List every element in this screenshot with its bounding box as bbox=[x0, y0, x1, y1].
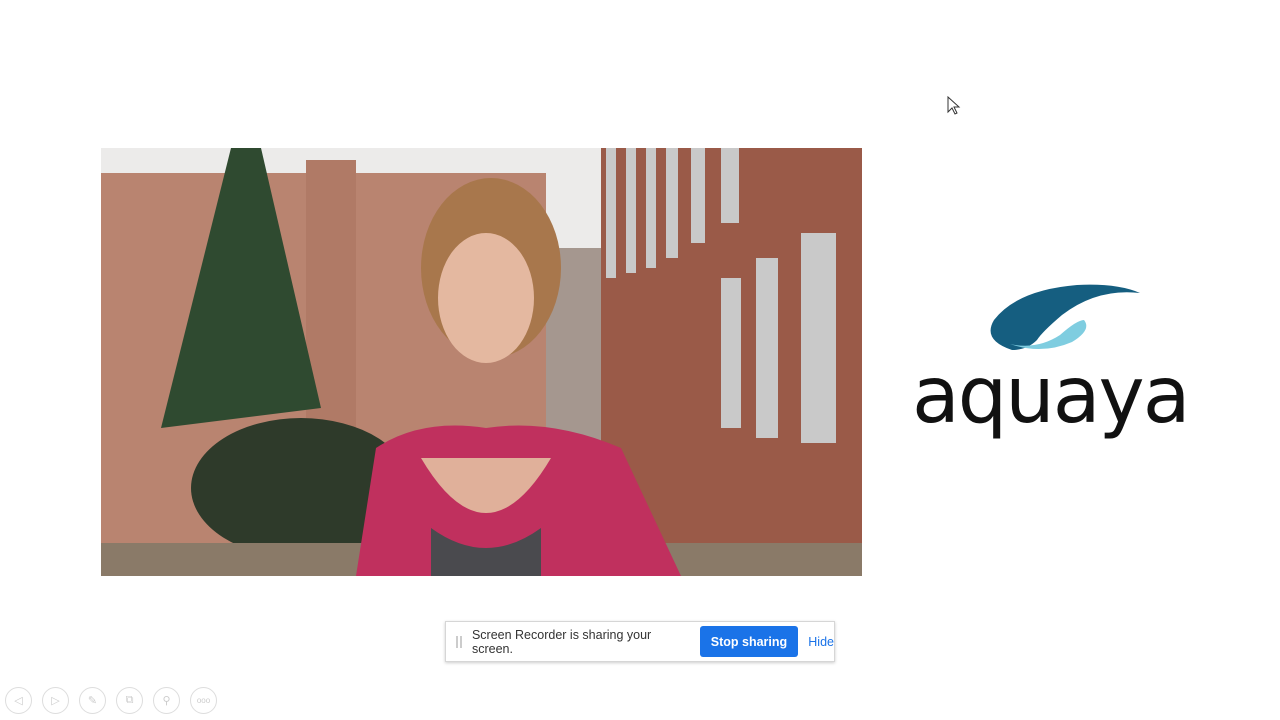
hide-link[interactable]: Hide bbox=[808, 635, 834, 649]
mouse-cursor-icon bbox=[947, 96, 961, 115]
drag-handle[interactable] bbox=[456, 635, 462, 648]
logo-wave-icon bbox=[990, 284, 1140, 350]
aquaya-logo: aquaya bbox=[912, 280, 1191, 445]
previous-icon[interactable]: ◁ bbox=[5, 687, 32, 714]
stop-sharing-button[interactable]: Stop sharing bbox=[699, 626, 799, 657]
logo-wordmark: aquaya bbox=[912, 351, 1191, 441]
sharing-message: Screen Recorder is sharing your screen. bbox=[471, 627, 652, 656]
more-icon[interactable]: ooo bbox=[190, 687, 217, 714]
portrait-photo bbox=[101, 148, 862, 576]
screen-sharing-bar: Screen Recorder is sharing your screen. … bbox=[445, 621, 835, 662]
slideshow-controls: ◁ ▷ ✎ ⧉ ⚲ ooo bbox=[5, 687, 217, 714]
next-icon[interactable]: ▷ bbox=[42, 687, 69, 714]
portrait-image bbox=[101, 148, 862, 576]
pen-icon[interactable]: ✎ bbox=[79, 687, 106, 714]
slides-icon[interactable]: ⧉ bbox=[116, 687, 143, 714]
zoom-icon[interactable]: ⚲ bbox=[153, 687, 180, 714]
